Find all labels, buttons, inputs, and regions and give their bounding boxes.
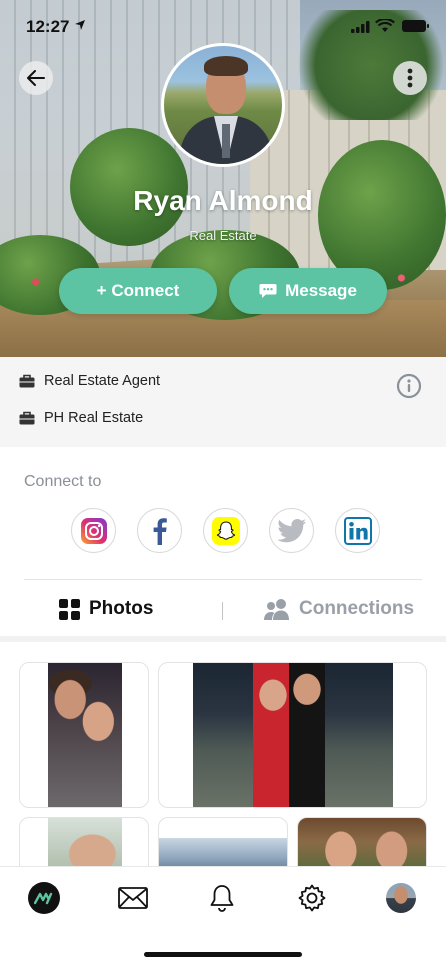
avatar-tie — [222, 124, 230, 158]
profile-subtitle: Real Estate — [189, 228, 257, 243]
mail-icon — [118, 887, 148, 909]
briefcase-icon — [19, 374, 35, 388]
nav-home[interactable] — [27, 881, 61, 915]
job-title-row: Real Estate Agent — [19, 373, 160, 389]
linkedin-button[interactable] — [335, 508, 380, 553]
message-button[interactable]: Message — [229, 268, 387, 314]
facebook-button[interactable] — [137, 508, 182, 553]
arrow-left-icon — [27, 70, 45, 86]
profile-name: Ryan Almond — [133, 185, 313, 216]
users-icon — [264, 599, 289, 620]
grid-icon — [59, 598, 80, 620]
more-vertical-icon — [407, 68, 413, 88]
message-button-label: Message — [285, 281, 357, 300]
divider — [24, 579, 422, 580]
company-row: PH Real Estate — [19, 410, 143, 426]
photo-image — [48, 663, 122, 807]
job-title: Real Estate Agent — [44, 373, 161, 389]
instagram-button[interactable] — [71, 508, 116, 553]
photo-thumbnail[interactable] — [158, 662, 427, 808]
wifi-icon — [375, 19, 395, 32]
photo-thumbnail[interactable] — [19, 662, 149, 808]
linkedin-icon — [343, 516, 372, 545]
status-time: 12:27 — [26, 17, 70, 36]
connect-button[interactable]: + Connect — [59, 268, 217, 314]
facebook-icon — [153, 517, 167, 545]
profile-photo[interactable] — [161, 43, 285, 167]
tab-connections[interactable]: Connections — [264, 598, 414, 620]
twitter-button[interactable] — [269, 508, 314, 553]
company-name: PH Real Estate — [44, 410, 144, 426]
back-button[interactable] — [19, 61, 53, 95]
profile-avatar — [386, 883, 416, 913]
section-separator — [0, 636, 446, 642]
nav-profile[interactable] — [384, 881, 418, 915]
cellular-signal-icon — [351, 21, 370, 33]
briefcase-icon — [19, 411, 35, 425]
location-arrow-icon — [75, 20, 85, 30]
instagram-icon — [80, 517, 107, 544]
home-indicator — [144, 952, 302, 957]
tab-photos-label: Photos — [89, 598, 154, 619]
more-options-button[interactable] — [393, 61, 427, 95]
profile-info-panel: Real Estate Agent PH Real Estate — [0, 357, 446, 447]
gear-icon — [298, 884, 326, 912]
photo-image — [193, 663, 393, 807]
nav-notifications[interactable] — [205, 881, 239, 915]
twitter-icon — [276, 518, 306, 542]
info-icon[interactable] — [396, 373, 422, 399]
chat-bubble-icon — [259, 284, 277, 298]
tab-connections-label: Connections — [299, 598, 415, 619]
bottom-navigation — [0, 866, 446, 966]
app-logo-icon — [28, 882, 60, 914]
connect-to-title: Connect to — [24, 473, 102, 490]
nav-settings[interactable] — [295, 881, 329, 915]
snapchat-button[interactable] — [203, 508, 248, 553]
status-bar: 12:27 — [0, 0, 446, 50]
nav-messages[interactable] — [116, 881, 150, 915]
battery-icon — [402, 20, 429, 32]
snapchat-icon — [211, 516, 240, 545]
tab-separator — [222, 602, 223, 620]
social-links — [71, 508, 380, 553]
tab-photos[interactable]: Photos — [59, 598, 153, 620]
bell-icon — [210, 885, 234, 912]
connect-button-label: + Connect — [96, 281, 180, 300]
avatar-hair — [204, 56, 248, 76]
